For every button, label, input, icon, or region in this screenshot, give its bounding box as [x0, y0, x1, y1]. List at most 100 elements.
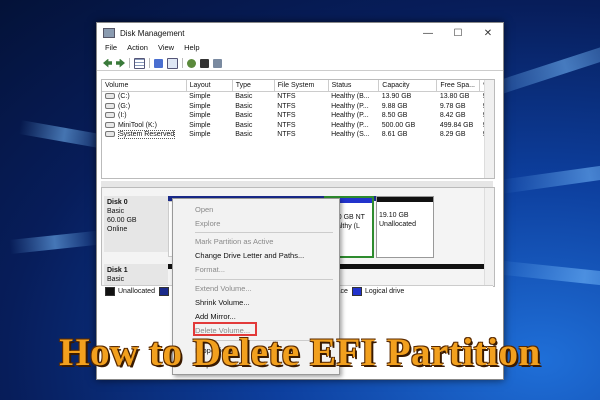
volume-icon: [105, 131, 115, 138]
minimize-button[interactable]: —: [413, 28, 443, 39]
file-system-cell: NTFS: [277, 93, 296, 101]
column-capacity[interactable]: Capacity: [378, 80, 438, 92]
capacity-cell: 500.00 GB: [381, 121, 416, 129]
toolbar-separator: [129, 58, 130, 68]
file-system-cell: NTFS: [277, 112, 296, 120]
column-file-system[interactable]: File System: [274, 80, 329, 92]
table-row[interactable]: (G:) Simple Basic NTFS Healthy (P... 9.8…: [102, 102, 494, 112]
volume-icon: [105, 112, 115, 119]
layout-cell: Simple: [189, 112, 211, 120]
volume-name: (G:): [118, 102, 131, 110]
capacity-cell: 8.61 GB: [381, 131, 408, 139]
unallocated-label: Unallocated: [379, 221, 416, 228]
capacity-cell: 8.50 GB: [381, 112, 408, 120]
capacity-cell: 9.88 GB: [381, 102, 408, 110]
layout-cell: Simple: [189, 102, 211, 110]
menu-separator: [195, 279, 333, 280]
free-space-cell: 9.78 GB: [439, 102, 466, 110]
table-row[interactable]: System Reserved Simple Basic NTFS Health…: [102, 130, 494, 140]
menu-separator: [195, 232, 333, 233]
disk-map-scrollbar[interactable]: [484, 188, 494, 286]
disk-icon[interactable]: [213, 58, 222, 68]
type-cell: Basic: [235, 102, 253, 110]
type-cell: Basic: [235, 93, 253, 101]
free-space-cell: 13.80 GB: [439, 93, 470, 101]
type-cell: Basic: [235, 112, 253, 120]
disk-0-size: 60.00 GB: [107, 217, 137, 224]
free-space-cell: 8.42 GB: [439, 112, 466, 120]
volume-icon: [105, 121, 115, 128]
volume-name: (I:): [118, 112, 127, 120]
headline-banner: How to Delete EFI Partition: [59, 331, 541, 374]
unallocated-bar: [377, 197, 433, 202]
close-button[interactable]: ✕: [473, 28, 503, 39]
layout-cell: Simple: [189, 131, 211, 139]
volume-name: MiniTool (K:): [118, 121, 157, 129]
properties-sheet-icon[interactable]: [200, 58, 209, 68]
volume-icon: [105, 102, 115, 109]
table-row[interactable]: (I:) Simple Basic NTFS Healthy (P... 8.5…: [102, 111, 494, 121]
status-cell: Healthy (P...: [331, 112, 369, 120]
legend-unallocated: Unallocated: [118, 288, 155, 295]
disk-1-name: Disk 1: [107, 267, 128, 274]
column-volume[interactable]: Volume: [102, 80, 187, 92]
toolbar: [97, 56, 503, 71]
legend-logical-swatch: [351, 287, 362, 296]
menu-file[interactable]: File: [105, 43, 117, 56]
type-cell: Basic: [235, 121, 253, 129]
menu-item-add-mirror[interactable]: Add Mirror...: [195, 312, 236, 321]
status-cell: Healthy (P...: [331, 102, 369, 110]
grid-icon[interactable]: [134, 57, 145, 69]
column-free-space[interactable]: Free Spa...: [436, 80, 481, 92]
menu-item-format[interactable]: Format...: [195, 265, 225, 274]
status-cell: Healthy (P...: [331, 121, 369, 129]
disk-1-type: Basic: [107, 276, 125, 283]
menu-action[interactable]: Action: [127, 43, 148, 56]
toolbar-separator: [182, 58, 183, 68]
menu-view[interactable]: View: [158, 43, 174, 56]
disk-0-name: Disk 0: [107, 199, 128, 206]
column-layout[interactable]: Layout: [186, 80, 233, 92]
toolbar-separator: [149, 58, 150, 68]
properties-icon[interactable]: [167, 57, 178, 69]
volume-list-header: Volume Layout Type File System Status Ca…: [102, 80, 494, 92]
menu-item-shrink-volume[interactable]: Shrink Volume...: [195, 298, 250, 307]
column-status[interactable]: Status: [328, 80, 380, 92]
free-space-cell: 499.84 GB: [439, 121, 474, 129]
disk-1-info[interactable]: Disk 1 Basic: [104, 264, 168, 286]
back-arrow-icon[interactable]: [103, 58, 112, 68]
free-space-cell: 8.29 GB: [439, 131, 466, 139]
help-icon[interactable]: [154, 58, 163, 68]
volume-list-scrollbar[interactable]: [484, 80, 494, 178]
volume-name: (C:): [118, 93, 130, 101]
light-ray: [499, 155, 600, 194]
volume-icon: [105, 93, 115, 100]
disk-0-type: Basic: [107, 208, 125, 215]
menu-item-mark-active[interactable]: Mark Partition as Active: [195, 237, 273, 246]
menu-item-explore[interactable]: Explore: [195, 219, 220, 228]
capacity-cell: 13.90 GB: [381, 93, 412, 101]
legend-primary-swatch: [158, 287, 169, 296]
legend-logical-drive: Logical drive: [364, 288, 405, 295]
disk-0-unallocated[interactable]: 19.10 GB Unallocated: [376, 196, 434, 258]
light-ray: [494, 260, 600, 293]
table-row[interactable]: MiniTool (K:) Simple Basic NTFS Healthy …: [102, 121, 494, 131]
light-ray: [9, 230, 101, 254]
unallocated-size: 19.10 GB: [379, 212, 409, 219]
menu-item-extend-volume[interactable]: Extend Volume...: [195, 284, 252, 293]
file-system-cell: NTFS: [277, 131, 296, 139]
refresh-icon[interactable]: [187, 58, 196, 68]
disk-management-app-icon: [103, 28, 115, 38]
disk-0-info[interactable]: Disk 0 Basic 60.00 GB Online: [104, 196, 168, 252]
maximize-button[interactable]: ☐: [443, 28, 473, 39]
title-bar: Disk Management — ☐ ✕: [97, 23, 503, 43]
menu-help[interactable]: Help: [184, 43, 199, 56]
forward-arrow-icon[interactable]: [116, 58, 125, 68]
column-type[interactable]: Type: [232, 80, 275, 92]
layout-cell: Simple: [189, 121, 211, 129]
disk-0-status: Online: [107, 226, 128, 233]
menu-item-change-drive-letter[interactable]: Change Drive Letter and Paths...: [195, 251, 304, 260]
legend-unallocated-swatch: [105, 287, 115, 296]
table-row[interactable]: (C:) Simple Basic NTFS Healthy (B... 13.…: [102, 92, 494, 102]
menu-item-open[interactable]: Open: [195, 205, 213, 214]
